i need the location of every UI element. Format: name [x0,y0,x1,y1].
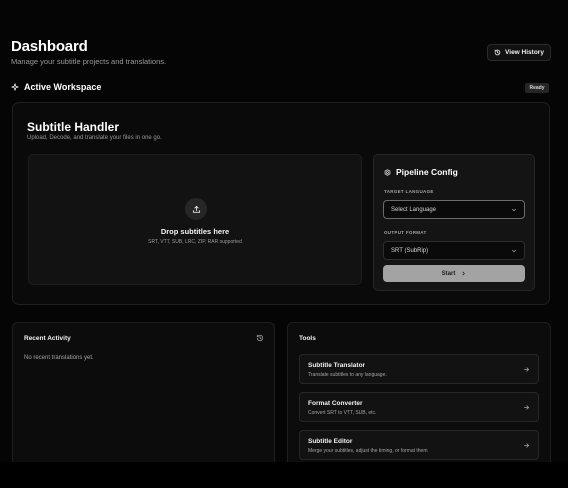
page-subtitle: Manage your subtitle projects and transl… [11,57,167,66]
arrow-right-icon [524,405,529,410]
pipeline-title: Pipeline Config [396,167,458,177]
workspace-title: Active Workspace [24,82,102,92]
dropzone-formats: SRT, VTT, SUB, LRC, ZIP, RAR supported [148,239,242,245]
page-title: Dashboard [11,38,88,55]
tool-name: Subtitle Translator [308,362,366,369]
recent-activity-card: Recent Activity No recent translations y… [12,322,275,462]
chevron-down-icon [512,249,516,252]
arrow-right-icon [524,367,529,372]
tool-name: Format Converter [308,400,363,407]
dropzone-title: Drop subtitles here [160,227,230,236]
upload-button[interactable] [185,198,207,220]
view-history-label: View History [505,49,544,56]
tool-description: Merge your subtitles, adjust the timing,… [308,448,428,454]
settings-icon [384,168,391,176]
target-language-select[interactable]: Select Language [383,200,525,219]
tool-item-subtitle-translator[interactable]: Subtitle Translator Translate subtitles … [299,354,539,384]
recent-activity-title: Recent Activity [24,335,71,342]
tool-name: Subtitle Editor [308,438,353,445]
output-format-select[interactable]: SRT (SubRip) [383,241,525,260]
pipeline-config-panel: Pipeline Config TARGET LANGUAGE Select L… [373,154,535,291]
arrow-right-icon [524,443,529,448]
tools-title: Tools [299,335,316,342]
tools-card: Tools Subtitle Translator Translate subt… [287,322,551,462]
target-language-label: TARGET LANGUAGE [384,189,434,194]
pipeline-header: Pipeline Config [384,167,458,177]
tool-item-subtitle-editor[interactable]: Subtitle Editor Merge your subtitles, ad… [299,430,539,460]
sparkle-icon [11,83,19,91]
tool-description: Convert SRT to VTT, SUB, etc. [308,410,377,416]
output-format-label: OUTPUT FORMAT [384,230,427,235]
start-button[interactable]: Start [383,265,525,282]
chevron-right-icon [462,271,466,276]
dashboard-page: Dashboard Manage your subtitle projects … [0,0,568,462]
history-icon [494,49,501,56]
tool-item-format-converter[interactable]: Format Converter Convert SRT to VTT, SUB… [299,392,539,422]
target-language-value: Select Language [391,206,437,213]
subtitle-handler-card: Subtitle Handler Upload, Decode, and tra… [12,102,550,305]
start-label: Start [441,270,456,277]
workspace-heading: Active Workspace [11,82,101,92]
chevron-down-icon [512,208,516,211]
handler-subtitle: Upload, Decode, and translate your files… [27,135,162,141]
status-badge: Ready [525,83,549,93]
history-icon[interactable] [256,334,264,342]
output-format-value: SRT (SubRip) [391,247,429,254]
tool-description: Translate subtitles to any language. [308,372,387,378]
view-history-button[interactable]: View History [487,44,551,61]
upload-icon [192,205,200,213]
handler-title: Subtitle Handler [27,120,120,134]
file-dropzone[interactable]: Drop subtitles here SRT, VTT, SUB, LRC, … [28,154,362,285]
recent-empty-text: No recent translations yet. [24,355,94,361]
